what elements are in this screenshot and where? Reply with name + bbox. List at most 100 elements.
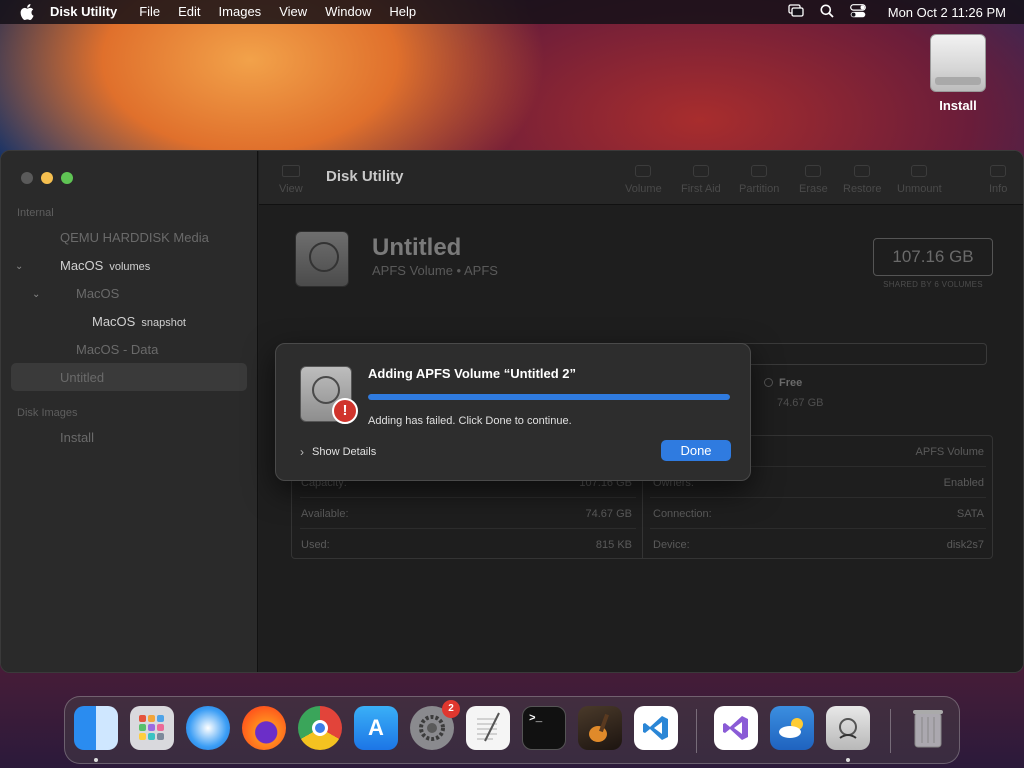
- add-volume-button[interactable]: Volume: [625, 165, 662, 195]
- free-value: 74.67 GB: [777, 397, 824, 409]
- textedit-icon[interactable]: [466, 706, 510, 750]
- sidebar: Internal QEMU HARDDISK Media ⌄ MacOS volu…: [1, 151, 258, 672]
- desktop-install-label: Install: [939, 98, 977, 113]
- toolbar-label: Info: [989, 183, 1008, 195]
- info-row-used: Used: 815 KB: [301, 539, 632, 551]
- safari-icon[interactable]: [186, 706, 230, 750]
- system-settings-icon[interactable]: 2: [410, 700, 460, 750]
- view-label: View: [279, 183, 303, 195]
- disk-utility-icon[interactable]: [826, 706, 870, 750]
- toolbar-label: Partition: [739, 183, 780, 195]
- erase-icon: [805, 165, 822, 177]
- finder-icon[interactable]: [74, 706, 118, 750]
- sidebar-item-label: Untitled: [60, 370, 105, 385]
- volume-drive-icon: [295, 231, 349, 287]
- show-details-label: Show Details: [312, 446, 377, 458]
- progress-fill: [368, 394, 730, 400]
- search-icon[interactable]: [820, 4, 834, 21]
- window-title: Disk Utility: [326, 168, 404, 185]
- launchpad-icon[interactable]: [130, 706, 174, 750]
- notification-badge: 2: [442, 700, 460, 718]
- vscode-icon[interactable]: [634, 706, 678, 750]
- firefox-icon[interactable]: [242, 706, 286, 750]
- menu-bar: Disk Utility File Edit Images View Windo…: [0, 0, 1024, 24]
- unmount-button[interactable]: Unmount: [897, 165, 942, 195]
- sidebar-item-install-image[interactable]: Install: [60, 430, 94, 445]
- zoom-button[interactable]: [61, 172, 73, 184]
- sidebar-toggle-icon: [281, 165, 300, 177]
- menu-images[interactable]: Images: [219, 0, 262, 24]
- row-divider: [300, 528, 636, 529]
- dock-separator: [696, 709, 697, 753]
- toolbar-label: Volume: [625, 183, 662, 195]
- toolbar-label: Unmount: [897, 183, 942, 195]
- chrome-icon[interactable]: [298, 706, 342, 750]
- info-value: 815 KB: [595, 539, 632, 551]
- screen-mirroring-icon[interactable]: [788, 4, 804, 20]
- sidebar-item-qemu-harddisk[interactable]: QEMU HARDDISK Media: [60, 230, 209, 245]
- menu-help[interactable]: Help: [389, 0, 416, 24]
- sheet-message: Adding has failed. Click Done to continu…: [368, 415, 572, 427]
- volume-capacity: 107.16 GB: [873, 238, 993, 276]
- erase-button[interactable]: Erase: [799, 165, 828, 195]
- app-store-icon[interactable]: A: [354, 706, 398, 750]
- free-legend-label: Free: [765, 377, 802, 389]
- sidebar-item-macos-volume[interactable]: MacOS: [76, 286, 119, 301]
- done-button[interactable]: Done: [661, 440, 731, 461]
- info-value: APFS Volume: [915, 446, 984, 458]
- running-indicator: [94, 758, 98, 762]
- volume-name: Untitled: [372, 234, 462, 261]
- menu-edit[interactable]: Edit: [178, 0, 200, 24]
- info-row-available: Available: 74.67 GB: [301, 508, 632, 520]
- progress-bar: [368, 394, 730, 400]
- info-label: Available:: [301, 508, 349, 520]
- info-label: Used:: [301, 539, 330, 551]
- minimize-button[interactable]: [41, 172, 53, 184]
- info-value: disk2s7: [946, 539, 984, 551]
- view-button[interactable]: View: [279, 165, 303, 195]
- info-button[interactable]: Info: [989, 165, 1007, 195]
- info-row-device: Device: disk2s7: [653, 539, 984, 551]
- trash-icon[interactable]: [906, 706, 950, 750]
- terminal-icon[interactable]: >_: [522, 706, 566, 750]
- close-button[interactable]: [21, 172, 33, 184]
- control-center-icon[interactable]: [849, 3, 866, 21]
- chevron-down-icon[interactable]: ⌄: [15, 261, 23, 272]
- sidebar-item-label: MacOS: [92, 314, 136, 329]
- stethoscope-icon: [692, 165, 709, 177]
- menu-clock[interactable]: Mon Oct 2 11:26 PM: [888, 5, 1006, 20]
- sidebar-item-label: MacOS - Data: [76, 342, 159, 357]
- menu-app-name[interactable]: Disk Utility: [50, 0, 117, 24]
- partition-button[interactable]: Partition: [739, 165, 779, 195]
- desktop-install-volume[interactable]: Install: [922, 34, 994, 113]
- info-value: SATA: [956, 508, 984, 520]
- capacity-note: SHARED BY 6 VOLUMES: [883, 280, 983, 289]
- menu-file[interactable]: File: [139, 0, 160, 24]
- first-aid-button[interactable]: First Aid: [681, 165, 721, 195]
- sidebar-item-macos-container[interactable]: MacOS volumes: [60, 258, 150, 273]
- sidebar-item-label: Install: [60, 430, 94, 445]
- chevron-right-icon: ›: [300, 445, 304, 459]
- garageband-icon[interactable]: [578, 706, 622, 750]
- info-value: Enabled: [943, 477, 984, 489]
- toolbar-label: Erase: [799, 183, 828, 195]
- running-indicator: [846, 758, 850, 762]
- volume-subtitle: APFS Volume • APFS: [372, 263, 498, 278]
- sidebar-item-untitled[interactable]: Untitled: [60, 370, 104, 385]
- restore-button[interactable]: Restore: [843, 165, 882, 195]
- sidebar-item-macos-data[interactable]: MacOS - Data: [76, 342, 158, 357]
- sidebar-item-macos-snapshot[interactable]: MacOS snapshot: [92, 314, 186, 329]
- sidebar-section-internal: Internal: [17, 207, 54, 219]
- weather-icon[interactable]: [770, 706, 814, 750]
- sidebar-item-label: MacOS: [76, 286, 120, 301]
- menu-window[interactable]: Window: [325, 0, 371, 24]
- menu-view[interactable]: View: [279, 0, 307, 24]
- add-remove-icon: [635, 165, 652, 177]
- show-details-disclosure[interactable]: › Show Details: [300, 445, 376, 459]
- alert-icon: !: [332, 398, 358, 424]
- chevron-down-icon[interactable]: ⌄: [32, 289, 40, 300]
- apple-menu-icon[interactable]: [18, 3, 36, 21]
- add-volume-sheet: ! Adding APFS Volume “Untitled 2” Adding…: [275, 343, 751, 481]
- visual-studio-icon[interactable]: [714, 706, 758, 750]
- sidebar-item-sublabel: volumes: [109, 261, 151, 273]
